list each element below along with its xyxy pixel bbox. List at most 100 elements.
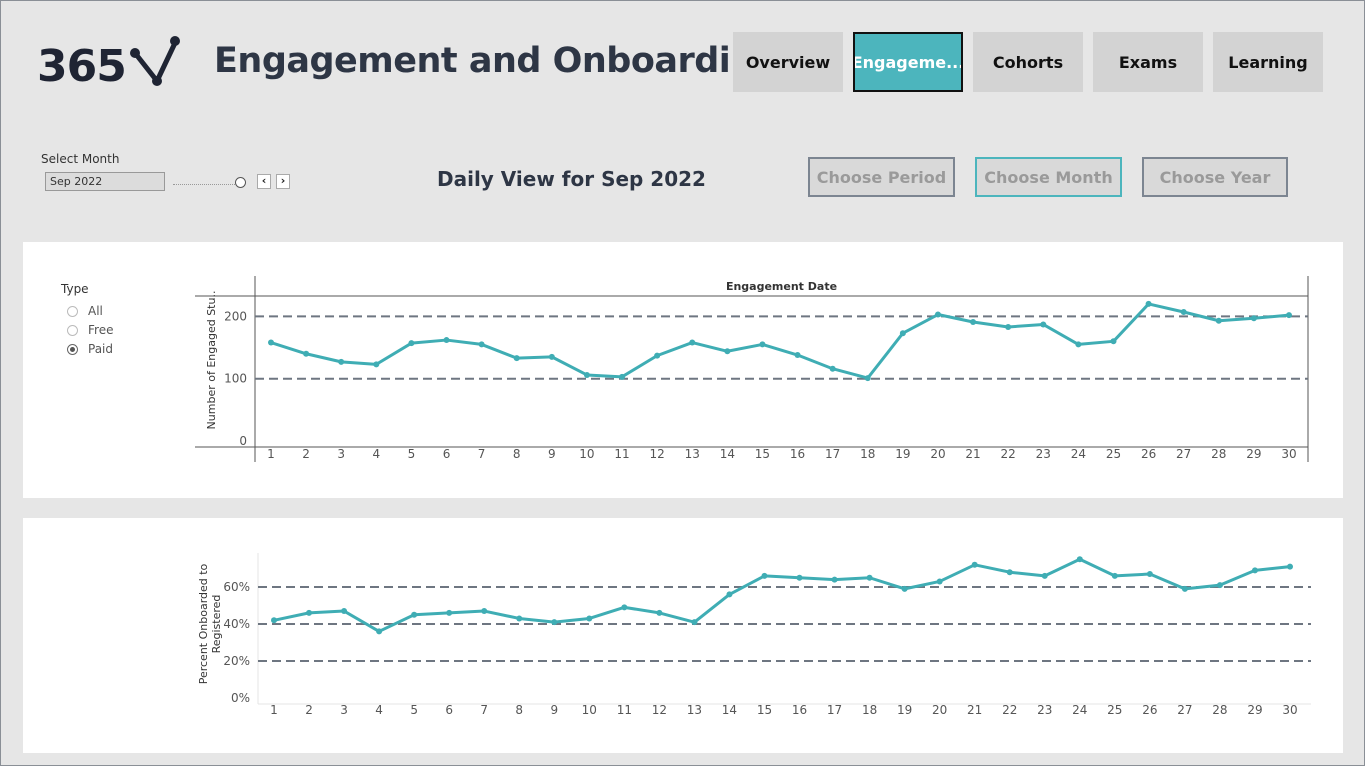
data-point bbox=[306, 609, 313, 616]
data-point bbox=[516, 615, 523, 622]
y-tick-label: 60% bbox=[223, 580, 250, 594]
data-point bbox=[796, 574, 803, 581]
x-tick-label: 3 bbox=[340, 703, 348, 717]
data-point bbox=[1250, 315, 1257, 322]
x-tick-label: 9 bbox=[550, 703, 558, 717]
y-tick-label: 0 bbox=[239, 434, 247, 448]
x-tick-label: 11 bbox=[617, 703, 632, 717]
select-month-dropdown[interactable]: Sep 2022 bbox=[45, 172, 165, 191]
x-tick-label: 17 bbox=[825, 447, 840, 461]
series-line bbox=[270, 302, 1290, 380]
x-tick-label: 1 bbox=[267, 447, 275, 461]
tab-overview[interactable]: Overview bbox=[733, 32, 843, 92]
select-month-label: Select Month bbox=[41, 152, 120, 166]
tab-engagement[interactable]: Engageme... bbox=[853, 32, 963, 92]
data-point bbox=[303, 350, 310, 357]
engagement-line-chart: Engagement Date Number of Engaged Stu.. 0 1… bbox=[195, 276, 1309, 462]
chevron-left-icon[interactable]: ‹ bbox=[257, 174, 271, 189]
x-tick-label: 20 bbox=[930, 447, 945, 461]
choose-month-button[interactable]: Choose Month bbox=[975, 157, 1122, 197]
x-tick-label: 16 bbox=[790, 447, 805, 461]
x-tick-label: 4 bbox=[375, 703, 383, 717]
x-tick-label: 6 bbox=[445, 703, 453, 717]
x-tick-label: 25 bbox=[1106, 447, 1121, 461]
x-tick-label: 19 bbox=[895, 447, 910, 461]
data-point bbox=[586, 615, 593, 622]
x-tick-label: 14 bbox=[720, 447, 735, 461]
data-point bbox=[1145, 300, 1152, 307]
data-point bbox=[338, 358, 345, 365]
data-point bbox=[831, 576, 838, 583]
tab-exams[interactable]: Exams bbox=[1093, 32, 1203, 92]
data-point bbox=[691, 619, 698, 626]
data-point bbox=[724, 348, 731, 355]
y-tick-label: 20% bbox=[223, 654, 250, 668]
engagement-panel: Type All Free Paid Engagement Date Number… bbox=[23, 242, 1343, 498]
logo: 365 bbox=[37, 33, 187, 93]
x-tick-label: 17 bbox=[827, 703, 842, 717]
x-tick-label: 30 bbox=[1281, 447, 1296, 461]
y-tick-label: 200 bbox=[224, 309, 247, 323]
data-point bbox=[1111, 572, 1118, 579]
data-point bbox=[726, 591, 733, 598]
data-point bbox=[478, 341, 485, 348]
x-tick-label: 8 bbox=[515, 703, 523, 717]
tab-learning[interactable]: Learning bbox=[1213, 32, 1323, 92]
data-point bbox=[1040, 321, 1047, 328]
data-point bbox=[551, 619, 558, 626]
data-point bbox=[971, 561, 978, 568]
x-tick-label: 7 bbox=[478, 447, 486, 461]
x-tick-label: 4 bbox=[372, 447, 380, 461]
data-point bbox=[513, 355, 520, 362]
chevron-right-icon[interactable]: › bbox=[276, 174, 290, 189]
data-point bbox=[1180, 309, 1187, 316]
data-point bbox=[1287, 563, 1293, 570]
data-point bbox=[934, 311, 941, 318]
data-point bbox=[1286, 312, 1292, 319]
x-tick-label: 16 bbox=[792, 703, 807, 717]
x-tick-label: 21 bbox=[965, 447, 980, 461]
data-point bbox=[341, 608, 348, 615]
series-line bbox=[273, 557, 1291, 633]
tab-cohorts[interactable]: Cohorts bbox=[973, 32, 1083, 92]
data-point bbox=[1215, 317, 1222, 324]
data-point bbox=[411, 611, 418, 618]
data-point bbox=[621, 604, 628, 611]
data-point bbox=[761, 572, 768, 579]
data-point bbox=[376, 628, 383, 635]
data-point bbox=[899, 330, 906, 337]
data-point bbox=[689, 339, 696, 346]
month-slider-handle[interactable] bbox=[235, 177, 246, 188]
data-point bbox=[864, 375, 871, 382]
page-title: Engagement and Onboarding bbox=[214, 41, 780, 81]
data-point bbox=[794, 352, 801, 359]
choose-year-button[interactable]: Choose Year bbox=[1142, 157, 1288, 197]
x-tick-label: 27 bbox=[1176, 447, 1191, 461]
y-axis-title: Percent Onboarded to bbox=[197, 563, 210, 684]
data-point bbox=[1251, 567, 1258, 574]
x-tick-label: 1 bbox=[270, 703, 278, 717]
data-point bbox=[866, 574, 873, 581]
y-tick-label: 40% bbox=[223, 617, 250, 631]
data-point bbox=[619, 373, 626, 380]
x-tick-label: 13 bbox=[687, 703, 702, 717]
data-point bbox=[936, 578, 943, 585]
x-tick-label: 19 bbox=[897, 703, 912, 717]
data-point bbox=[970, 318, 977, 325]
x-tick-label: 14 bbox=[722, 703, 737, 717]
data-point bbox=[1076, 556, 1083, 563]
data-point bbox=[1005, 323, 1012, 330]
x-tick-label: 6 bbox=[443, 447, 451, 461]
month-slider-track[interactable] bbox=[173, 184, 235, 185]
x-tick-label: 12 bbox=[652, 703, 667, 717]
data-point bbox=[901, 585, 908, 592]
x-tick-label: 12 bbox=[649, 447, 664, 461]
x-tick-label: 5 bbox=[408, 447, 416, 461]
choose-period-button[interactable]: Choose Period bbox=[808, 157, 955, 197]
x-tick-label: 8 bbox=[513, 447, 521, 461]
data-point bbox=[759, 341, 766, 348]
x-tick-label: 15 bbox=[755, 447, 770, 461]
data-point bbox=[1216, 582, 1223, 589]
x-tick-label: 18 bbox=[860, 447, 875, 461]
y-tick-label: 0% bbox=[231, 691, 250, 705]
